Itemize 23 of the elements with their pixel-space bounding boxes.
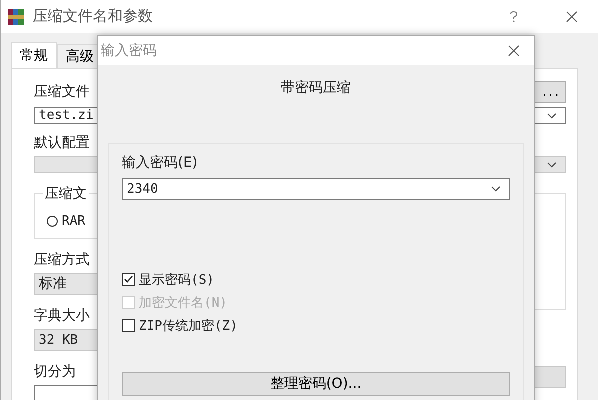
group-legend: 压缩文 — [43, 185, 89, 203]
help-icon[interactable] — [510, 10, 518, 22]
chevron-down-icon — [547, 112, 557, 118]
window-title: 压缩文件名和参数 — [33, 7, 153, 26]
field-label: 默认配置 — [34, 134, 91, 152]
chevron-down-icon — [547, 162, 557, 168]
field-label: 压缩方式 — [34, 251, 91, 269]
checkbox-option[interactable]: ZIP传统加密(Z) — [122, 316, 510, 335]
password-field[interactable]: 2340 — [122, 178, 510, 200]
field-label: 输入密码(E) — [122, 154, 198, 172]
field-label: 字典大小 — [34, 307, 91, 325]
close-icon[interactable] — [566, 10, 578, 22]
field-label: 压缩文件 — [34, 83, 90, 101]
books-icon — [7, 8, 25, 26]
dialog-title: 输入密码 — [101, 42, 157, 60]
tab[interactable]: 常规 — [11, 42, 57, 68]
close-icon[interactable] — [508, 44, 520, 56]
chevron-down-icon — [491, 186, 501, 192]
checkbox-option[interactable]: 显示密码(S) — [122, 270, 510, 289]
radio-option[interactable]: RAR — [47, 214, 253, 229]
organize-passwords-button[interactable]: 整理密码(O)... — [122, 372, 510, 396]
field-label: 切分为 — [34, 363, 77, 381]
dialog-heading: 带密码压缩 — [280, 79, 352, 98]
